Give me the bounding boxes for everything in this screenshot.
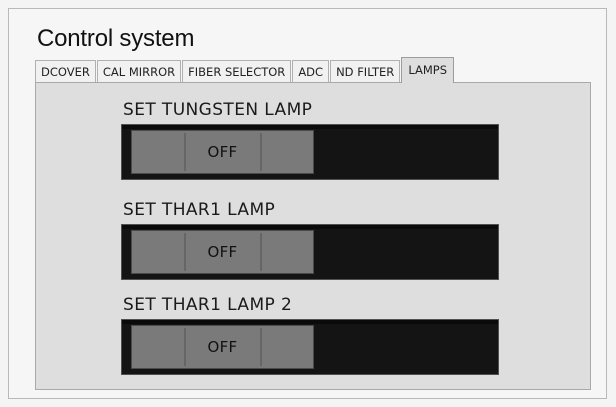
tab-bar: DCOVER CAL MIRROR FIBER SELECTOR ADC ND … [35, 57, 455, 83]
tab-lamps[interactable]: LAMPS [401, 57, 455, 83]
toggle-knob[interactable]: OFF [131, 130, 314, 174]
toggle-state-text: OFF [207, 143, 238, 161]
tab-nd-filter[interactable]: ND FILTER [330, 60, 401, 83]
toggle-knob[interactable]: OFF [131, 230, 314, 274]
toggle-knob[interactable]: OFF [131, 325, 314, 369]
tungsten-lamp-label: SET TUNGSTEN LAMP [123, 100, 313, 120]
toggle-track [122, 225, 498, 229]
toggle-track [122, 125, 498, 129]
tab-fiber-selector[interactable]: FIBER SELECTOR [182, 60, 292, 83]
tab-cal-mirror[interactable]: CAL MIRROR [96, 60, 182, 83]
toggle-state-text: OFF [207, 243, 238, 261]
tungsten-lamp-toggle[interactable]: OFF [121, 124, 499, 180]
thar1-lamp-2-toggle[interactable]: OFF [121, 319, 499, 375]
tab-dcover[interactable]: DCOVER [35, 60, 96, 83]
toggle-state-text: OFF [207, 338, 238, 356]
thar1-lamp-label: SET THAR1 LAMP [123, 200, 276, 220]
thar1-lamp-2-label: SET THAR1 LAMP 2 [123, 295, 293, 315]
thar1-lamp-toggle[interactable]: OFF [121, 224, 499, 280]
window-title: Control system [37, 25, 195, 52]
toggle-track [122, 320, 498, 324]
tab-adc[interactable]: ADC [292, 60, 330, 83]
